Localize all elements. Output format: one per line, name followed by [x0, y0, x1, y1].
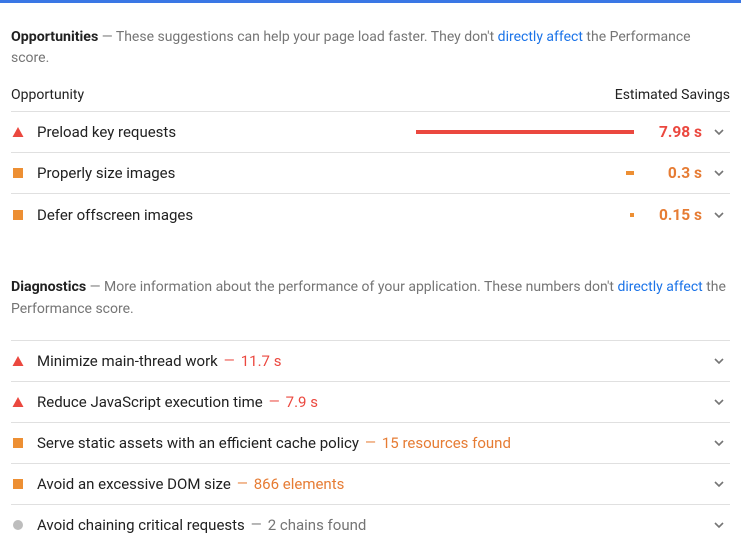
savings-bar	[630, 213, 634, 217]
chevron-down-icon[interactable]	[710, 519, 728, 531]
diagnostic-row[interactable]: Avoid an excessive DOM size — 866 elemen…	[11, 463, 730, 504]
opportunities-desc-pre: — These suggestions can help your page l…	[98, 29, 497, 45]
diagnostics-desc-link[interactable]: directly affect	[617, 279, 702, 295]
diagnostics-desc-pre: — More information about the performance…	[86, 279, 617, 295]
diagnostics-title: Diagnostics	[11, 279, 86, 295]
opportunity-row[interactable]: Properly size images 0.3 s	[11, 153, 730, 194]
savings-bar-area	[176, 112, 642, 152]
opportunities-header: Opportunities — These suggestions can he…	[11, 27, 730, 69]
diagnostic-label: Serve static assets with an efficient ca…	[37, 434, 359, 452]
opportunity-label: Defer offscreen images	[37, 206, 193, 224]
diagnostic-row[interactable]: Serve static assets with an efficient ca…	[11, 422, 730, 463]
diagnostic-value: 866 elements	[254, 475, 345, 493]
diagnostic-value: 7.9 s	[286, 393, 318, 411]
col-estimated-savings: Estimated Savings	[615, 87, 730, 103]
opportunities-list: Preload key requests 7.98 s Properly size …	[11, 112, 730, 235]
estimated-savings: 0.3 s	[642, 164, 702, 182]
chevron-down-icon[interactable]	[710, 478, 728, 490]
savings-bar	[626, 171, 634, 175]
dash-separator: —	[237, 476, 248, 492]
opportunity-row[interactable]: Defer offscreen images 0.15 s	[11, 194, 730, 235]
diagnostic-label: Reduce JavaScript execution time	[37, 393, 263, 411]
diagnostic-label: Avoid an excessive DOM size	[37, 475, 231, 493]
diagnostic-label: Minimize main-thread work	[37, 352, 218, 370]
diagnostics-header: Diagnostics — More information about the…	[11, 277, 730, 319]
estimated-savings: 7.98 s	[642, 123, 702, 141]
chevron-down-icon[interactable]	[710, 209, 728, 221]
triangle-red-icon	[11, 354, 25, 368]
diagnostic-label: Avoid chaining critical requests	[37, 516, 245, 534]
triangle-red-icon	[11, 125, 25, 139]
square-orange-icon	[11, 436, 25, 450]
opportunities-desc-link[interactable]: directly affect	[498, 29, 583, 45]
opportunities-columns: Opportunity Estimated Savings	[11, 87, 730, 112]
chevron-down-icon[interactable]	[710, 167, 728, 179]
savings-bar-area	[193, 194, 642, 235]
col-opportunity: Opportunity	[11, 87, 84, 103]
opportunity-row[interactable]: Preload key requests 7.98 s	[11, 112, 730, 153]
chevron-down-icon[interactable]	[710, 437, 728, 449]
chevron-down-icon[interactable]	[710, 355, 728, 367]
square-orange-icon	[11, 477, 25, 491]
diagnostic-row[interactable]: Reduce JavaScript execution time — 7.9 s	[11, 381, 730, 422]
savings-bar-area	[175, 153, 642, 193]
diagnostic-value: 11.7 s	[241, 352, 282, 370]
opportunities-title: Opportunities	[11, 29, 98, 45]
estimated-savings: 0.15 s	[642, 206, 702, 224]
opportunity-label: Preload key requests	[37, 123, 176, 141]
opportunity-label: Properly size images	[37, 164, 175, 182]
content-area: Opportunities — These suggestions can he…	[0, 3, 741, 545]
diagnostic-value: 15 resources found	[382, 434, 511, 452]
chevron-down-icon[interactable]	[710, 396, 728, 408]
square-orange-icon	[11, 208, 25, 222]
dash-separator: —	[224, 353, 235, 369]
triangle-red-icon	[11, 395, 25, 409]
diagnostic-row[interactable]: Avoid chaining critical requests — 2 cha…	[11, 504, 730, 545]
diagnostic-value: 2 chains found	[268, 516, 367, 534]
savings-bar	[416, 130, 634, 134]
dash-separator: —	[365, 435, 376, 451]
square-orange-icon	[11, 166, 25, 180]
diagnostics-list: Minimize main-thread work — 11.7 sReduce…	[11, 340, 730, 545]
dash-separator: —	[269, 394, 280, 410]
dash-separator: —	[251, 517, 262, 533]
diagnostic-row[interactable]: Minimize main-thread work — 11.7 s	[11, 340, 730, 381]
circle-grey-icon	[11, 518, 25, 532]
chevron-down-icon[interactable]	[710, 126, 728, 138]
